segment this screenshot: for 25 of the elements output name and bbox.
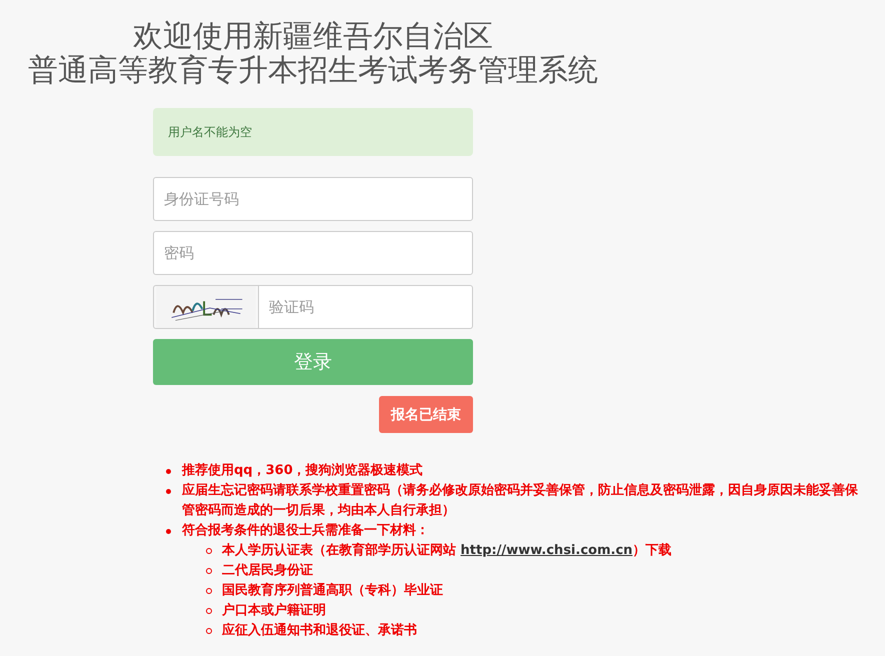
captcha-field[interactable]: 验证码: [259, 285, 473, 329]
notice-text: 国民教育序列普通高职（专科）毕业证: [222, 582, 443, 600]
notice-text: 应届生忘记密码请联系学校重置密码（请务必修改原始密码并妥善保管，防止信息及密码泄露，因自身原因未能妥善保管密码而造成的一切后果，均由本人自行承担）: [182, 482, 858, 520]
id-number-field[interactable]: 身份证号码: [153, 177, 473, 221]
registration-closed-button[interactable]: 报名已结束: [379, 396, 473, 433]
alert-message: 用户名不能为空: [153, 108, 473, 156]
bullet-icon: [206, 608, 212, 614]
page-title: 欢迎使用新疆维吾尔自治区: [132, 20, 494, 54]
notice-text: 户口本或户籍证明: [222, 602, 326, 620]
chsi-link[interactable]: http://www.chsi.com.cn: [460, 543, 633, 558]
page-title: 普通高等教育专升本招生考试考务管理系统: [27, 54, 599, 88]
bullet-icon: [166, 469, 171, 474]
bullet-icon: [206, 628, 212, 634]
notice-text: 二代居民身份证: [222, 562, 313, 580]
notice-text: 符合报考条件的退役士兵需准备一下材料：: [182, 522, 429, 540]
bullet-icon: [166, 529, 171, 534]
bullet-icon: [206, 568, 212, 574]
bullet-icon: [166, 489, 171, 494]
login-button[interactable]: 登录: [153, 339, 473, 385]
bullet-icon: [206, 548, 212, 554]
notice-text: 应征入伍通知书和退役证、承诺书: [222, 622, 417, 640]
bullet-icon: [206, 588, 212, 594]
notice-text: 推荐使用qq，360，搜狗浏览器极速模式: [182, 462, 423, 480]
notice-text: 本人学历认证表（在教育部学历认证网站 http://www.chsi.com.cn）下载: [222, 542, 672, 560]
password-field[interactable]: 密码: [153, 231, 473, 275]
